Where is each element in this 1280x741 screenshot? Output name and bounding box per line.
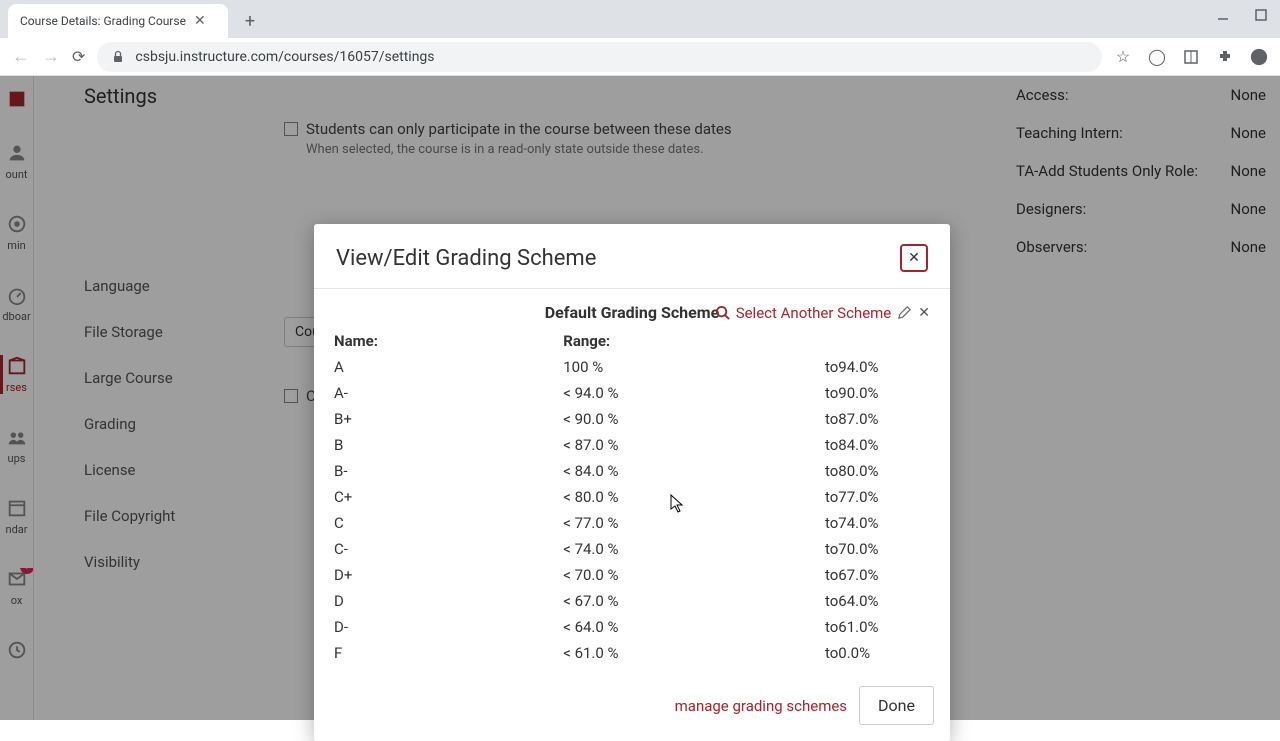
back-icon[interactable]: ← — [12, 46, 30, 67]
grade-row: B < 87.0 % to 84.0% — [334, 432, 930, 458]
grade-from: < 94.0 % — [563, 380, 746, 406]
grade-from: < 64.0 % — [563, 614, 746, 640]
grade-to-word: to — [747, 406, 839, 432]
edit-icon[interactable] — [897, 305, 912, 320]
grading-table: Name: Range: A 100 % to 94.0% A- < 94.0 … — [334, 328, 930, 666]
grade-to-word: to — [747, 354, 839, 380]
grade-row: D+ < 70.0 % to 67.0% — [334, 562, 930, 588]
grade-row: B- < 84.0 % to 80.0% — [334, 458, 930, 484]
grade-low: 67.0% — [838, 562, 930, 588]
grade-to-word: to — [747, 614, 839, 640]
select-another-scheme-link[interactable]: Select Another Scheme — [715, 304, 892, 322]
grading-scheme-modal: View/Edit Grading Scheme ✕ Default Gradi… — [314, 224, 950, 741]
grade-low: 74.0% — [838, 510, 930, 536]
grade-low: 70.0% — [838, 536, 930, 562]
url-text: csbsju.instructure.com/courses/16057/set… — [135, 49, 434, 65]
manage-schemes-link[interactable]: manage grading schemes — [675, 697, 847, 715]
grade-low: 77.0% — [838, 484, 930, 510]
grade-row: B+ < 90.0 % to 87.0% — [334, 406, 930, 432]
name-header: Name: — [334, 328, 563, 354]
grade-row: D < 67.0 % to 64.0% — [334, 588, 930, 614]
grade-row: C- < 74.0 % to 70.0% — [334, 536, 930, 562]
close-tab-icon[interactable]: ✕ — [194, 13, 206, 29]
grade-low: 94.0% — [838, 354, 930, 380]
url-input[interactable]: csbsju.instructure.com/courses/16057/set… — [97, 42, 1102, 72]
grade-name: B+ — [334, 406, 563, 432]
grade-to-word: to — [747, 380, 839, 406]
extensions-icon[interactable] — [1216, 48, 1234, 66]
search-icon — [715, 305, 730, 320]
profile-icon[interactable] — [1250, 48, 1268, 66]
grade-name: F — [334, 640, 563, 666]
lock-icon — [111, 50, 125, 64]
grade-low: 0.0% — [838, 640, 930, 666]
modal-title: View/Edit Grading Scheme — [336, 246, 596, 271]
grade-from: < 61.0 % — [563, 640, 746, 666]
grade-name: B- — [334, 458, 563, 484]
grade-name: A- — [334, 380, 563, 406]
scheme-name: Default Grading Scheme — [545, 303, 720, 322]
grade-from: < 70.0 % — [563, 562, 746, 588]
new-tab-button[interactable]: + — [236, 7, 264, 35]
grade-to-word: to — [747, 588, 839, 614]
grade-row: F < 61.0 % to 0.0% — [334, 640, 930, 666]
grade-from: < 90.0 % — [563, 406, 746, 432]
grade-from: < 67.0 % — [563, 588, 746, 614]
grade-from: 100 % — [563, 354, 746, 380]
grade-name: C+ — [334, 484, 563, 510]
grade-low: 87.0% — [838, 406, 930, 432]
grade-from: < 77.0 % — [563, 510, 746, 536]
address-bar: ← → ⟳ csbsju.instructure.com/courses/160… — [0, 38, 1280, 76]
bookmark-icon[interactable] — [1182, 48, 1200, 66]
grade-from: < 80.0 % — [563, 484, 746, 510]
grade-from: < 74.0 % — [563, 536, 746, 562]
grade-low: 84.0% — [838, 432, 930, 458]
grade-to-word: to — [747, 536, 839, 562]
grade-name: D- — [334, 614, 563, 640]
clear-icon[interactable]: ✕ — [918, 305, 930, 321]
maximize-icon[interactable] — [1254, 8, 1268, 22]
grade-to-word: to — [747, 432, 839, 458]
grade-from: < 84.0 % — [563, 458, 746, 484]
grade-low: 61.0% — [838, 614, 930, 640]
grade-name: C — [334, 510, 563, 536]
grade-to-word: to — [747, 562, 839, 588]
grade-name: B — [334, 432, 563, 458]
grade-name: A — [334, 354, 563, 380]
grade-row: C < 77.0 % to 74.0% — [334, 510, 930, 536]
tab-title: Course Details: Grading Course — [20, 14, 186, 28]
grade-to-word: to — [747, 484, 839, 510]
modal-close-button[interactable]: ✕ — [900, 244, 928, 272]
minimize-icon[interactable] — [1216, 8, 1230, 22]
grade-from: < 87.0 % — [563, 432, 746, 458]
forward-icon: → — [42, 46, 60, 67]
grade-to-word: to — [747, 640, 839, 666]
circle-icon[interactable]: ◯ — [1148, 48, 1166, 66]
range-header: Range: — [563, 328, 746, 354]
reload-icon[interactable]: ⟳ — [72, 47, 85, 66]
grade-name: D+ — [334, 562, 563, 588]
tab-strip: Course Details: Grading Course ✕ + — [0, 0, 1280, 38]
browser-tab[interactable]: Course Details: Grading Course ✕ — [8, 4, 228, 38]
grade-low: 64.0% — [838, 588, 930, 614]
grade-low: 90.0% — [838, 380, 930, 406]
grade-row: C+ < 80.0 % to 77.0% — [334, 484, 930, 510]
done-button[interactable]: Done — [859, 686, 934, 725]
grade-low: 80.0% — [838, 458, 930, 484]
grade-row: A 100 % to 94.0% — [334, 354, 930, 380]
grade-to-word: to — [747, 510, 839, 536]
grade-name: D — [334, 588, 563, 614]
grade-row: D- < 64.0 % to 61.0% — [334, 614, 930, 640]
grade-row: A- < 94.0 % to 90.0% — [334, 380, 930, 406]
window-controls — [1216, 8, 1268, 22]
grade-name: C- — [334, 536, 563, 562]
star-icon[interactable]: ☆ — [1114, 48, 1132, 66]
grade-to-word: to — [747, 458, 839, 484]
